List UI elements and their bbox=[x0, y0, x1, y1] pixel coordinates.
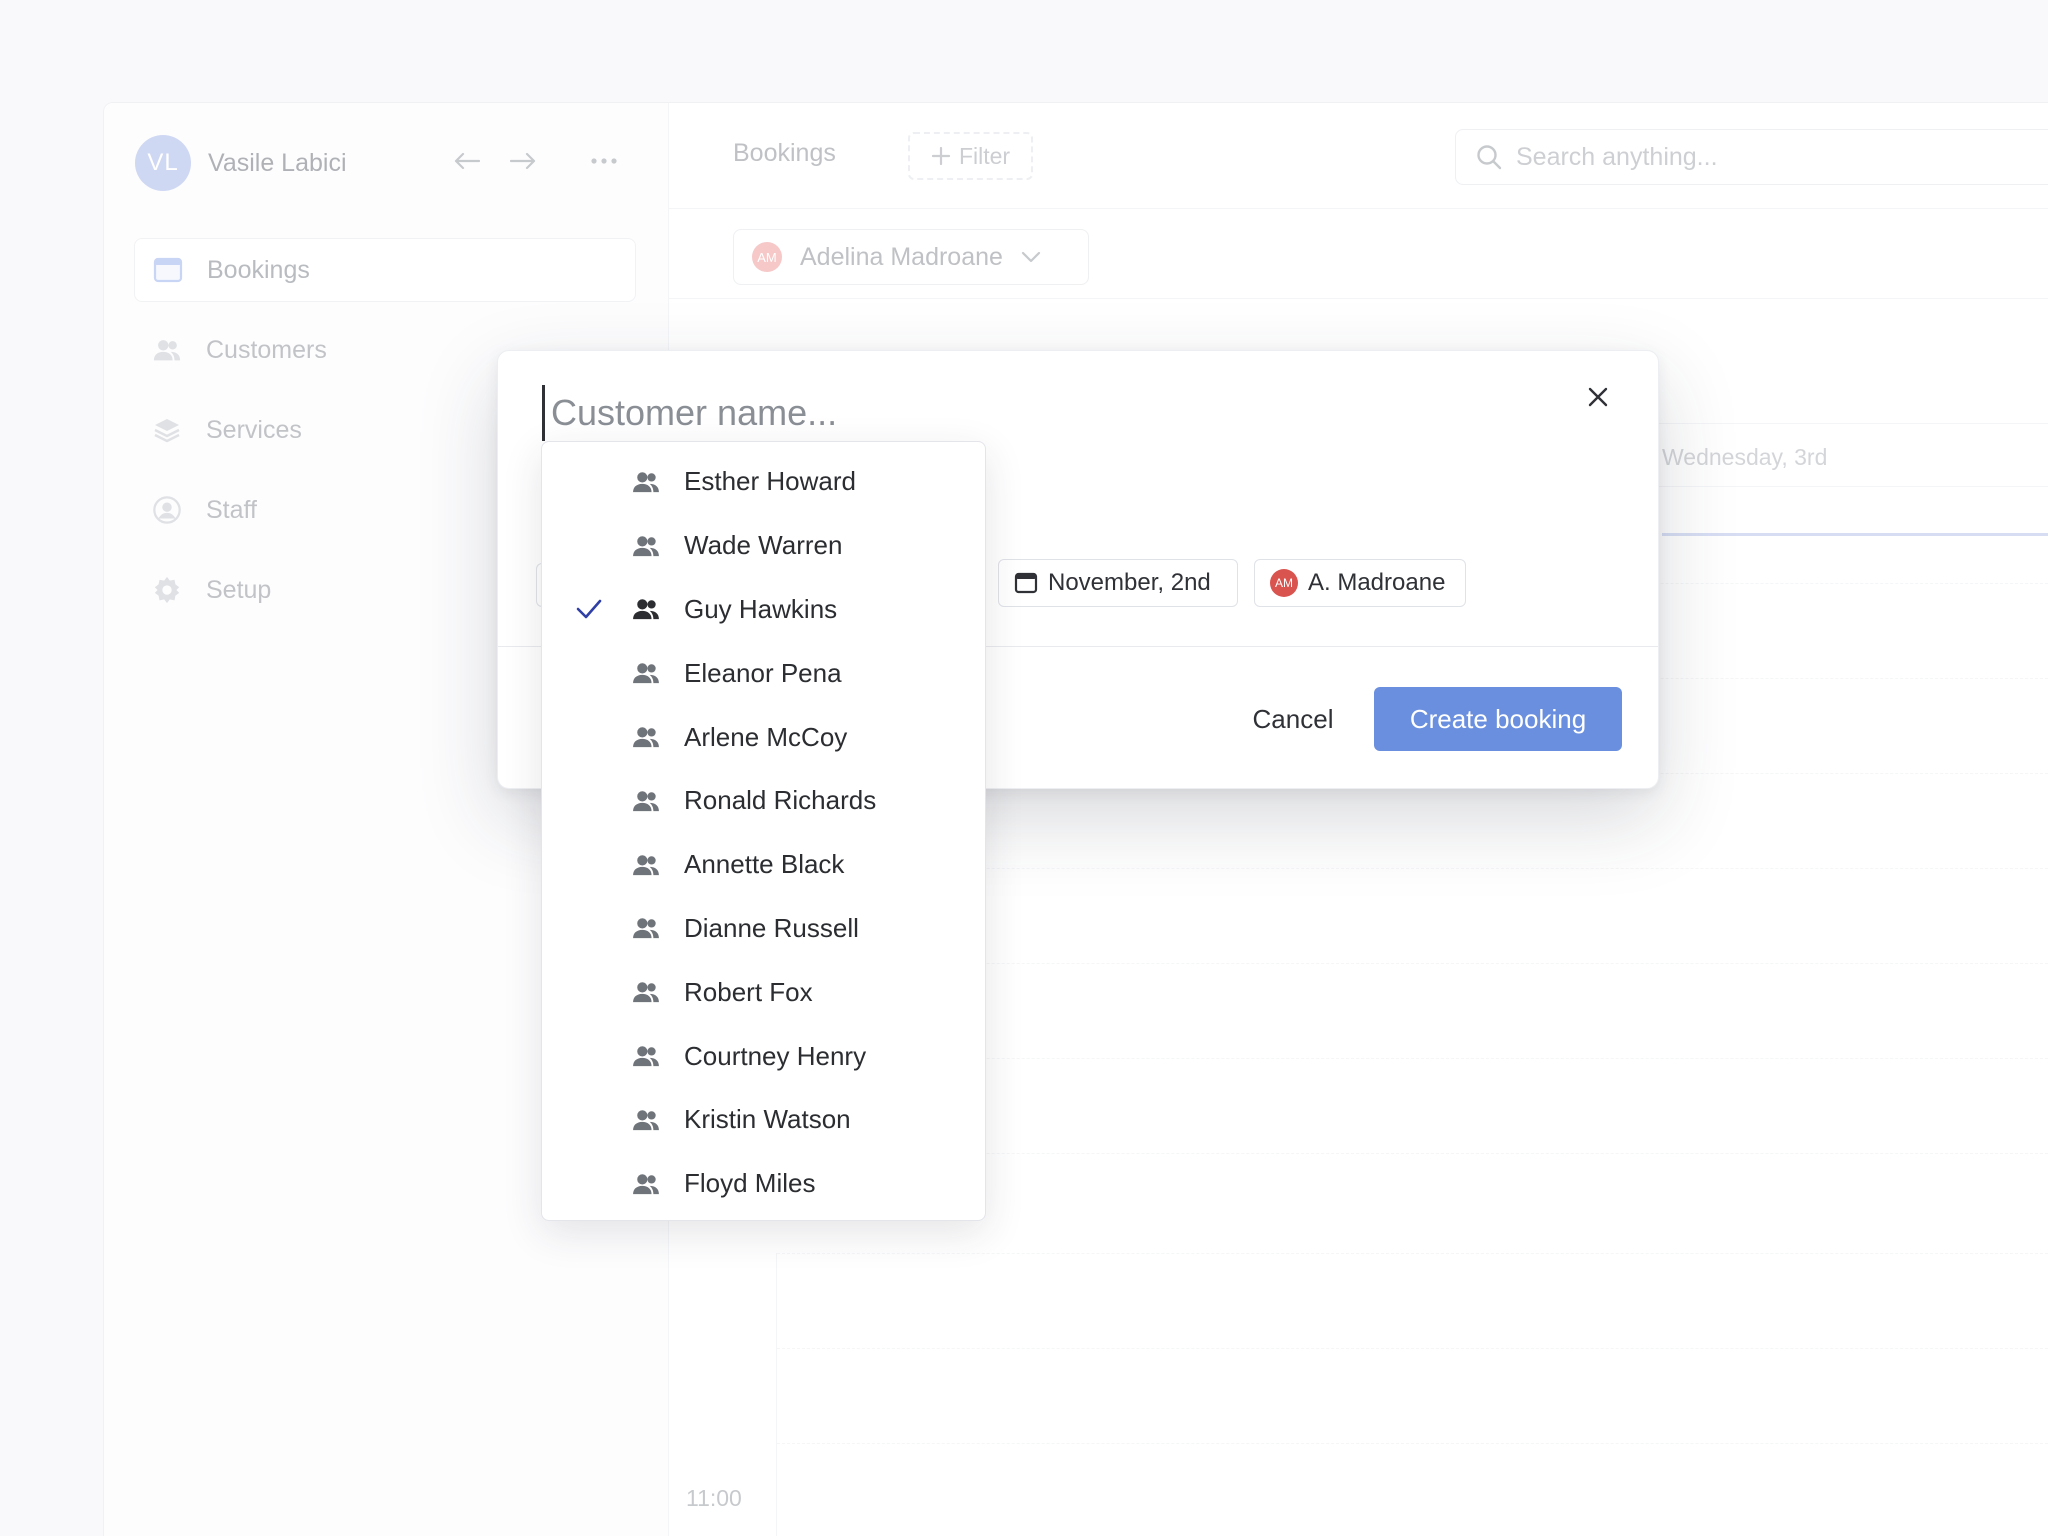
customer-name: Kristin Watson bbox=[684, 1104, 851, 1135]
users-icon bbox=[630, 1170, 662, 1198]
customer-dropdown: Esther Howard Wade Warren Guy Hawkins El… bbox=[541, 441, 986, 1221]
list-item[interactable]: Eleanor Pena bbox=[542, 641, 985, 705]
customer-name: Guy Hawkins bbox=[684, 593, 838, 624]
list-item[interactable]: Dianne Russell bbox=[542, 897, 985, 961]
staff-chip-avatar: AM bbox=[1270, 569, 1298, 597]
users-icon bbox=[630, 532, 662, 560]
users-icon bbox=[630, 468, 662, 496]
customer-name: Courtney Henry bbox=[684, 1040, 867, 1071]
users-icon bbox=[630, 787, 662, 815]
users-icon bbox=[630, 978, 662, 1006]
create-booking-button[interactable]: Create booking bbox=[1374, 687, 1622, 751]
customer-name: Arlene McCoy bbox=[684, 721, 848, 752]
users-icon bbox=[630, 851, 662, 879]
users-icon bbox=[630, 914, 662, 942]
list-item[interactable]: Esther Howard bbox=[542, 450, 985, 514]
customer-name-input[interactable] bbox=[542, 385, 1442, 441]
list-item[interactable]: Courtney Henry bbox=[542, 1024, 985, 1088]
list-item[interactable]: Wade Warren bbox=[542, 514, 985, 578]
customer-name: Dianne Russell bbox=[684, 912, 859, 943]
customer-name: Esther Howard bbox=[684, 466, 856, 497]
list-item[interactable]: Arlene McCoy bbox=[542, 705, 985, 769]
date-chip-label: November, 2nd bbox=[1048, 569, 1211, 596]
customer-name: Wade Warren bbox=[684, 530, 843, 561]
users-icon bbox=[630, 723, 662, 751]
cancel-button[interactable]: Cancel bbox=[1228, 687, 1358, 751]
check-icon bbox=[575, 595, 603, 623]
users-icon bbox=[630, 1042, 662, 1070]
staff-chip-label: A. Madroane bbox=[1308, 569, 1446, 596]
list-item[interactable]: Robert Fox bbox=[542, 960, 985, 1024]
customer-name: Floyd Miles bbox=[684, 1168, 816, 1199]
close-icon[interactable] bbox=[1580, 379, 1616, 415]
list-item[interactable]: Annette Black bbox=[542, 833, 985, 897]
users-icon bbox=[630, 1106, 662, 1134]
users-icon bbox=[630, 659, 662, 687]
staff-chip[interactable]: AM A. Madroane bbox=[1254, 559, 1466, 607]
customer-name: Robert Fox bbox=[684, 976, 813, 1007]
calendar-icon bbox=[1014, 572, 1038, 594]
date-chip[interactable]: November, 2nd bbox=[998, 559, 1238, 607]
customer-name: Ronald Richards bbox=[684, 785, 877, 816]
list-item[interactable]: Ronald Richards bbox=[542, 769, 985, 833]
customer-name: Annette Black bbox=[684, 849, 845, 880]
customer-name: Eleanor Pena bbox=[684, 657, 842, 688]
list-item[interactable]: Kristin Watson bbox=[542, 1088, 985, 1152]
list-item-selected[interactable]: Guy Hawkins bbox=[542, 578, 985, 642]
users-icon bbox=[630, 595, 662, 623]
list-item[interactable]: Floyd Miles bbox=[542, 1152, 985, 1216]
